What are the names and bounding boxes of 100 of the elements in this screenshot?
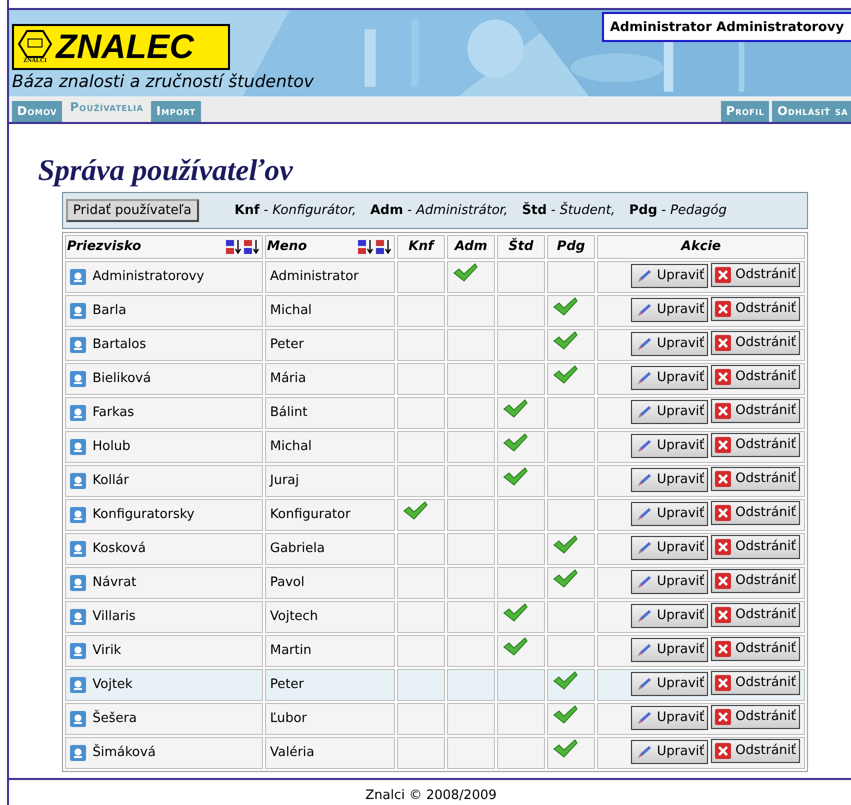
user-icon (70, 710, 86, 726)
user-icon (70, 574, 86, 590)
table-cell: Juraj (265, 464, 395, 496)
table-cell: Michal (265, 430, 395, 462)
delete-button[interactable]: Odstrániť (711, 705, 800, 729)
delete-icon (715, 539, 732, 556)
table-cell-text: Villaris (92, 608, 136, 626)
table-cell: Peter (265, 328, 395, 360)
site-subtitle: Báza znalosti a zručností študentov (12, 72, 314, 92)
user-name-box: Administrator Administratorovy (602, 12, 851, 42)
table-cell-text: Bartalos (92, 336, 146, 354)
delete-button[interactable]: Odstrániť (711, 433, 800, 457)
delete-button[interactable]: Odstrániť (711, 365, 800, 389)
sort-icon[interactable] (375, 238, 393, 255)
delete-icon (715, 641, 732, 658)
delete-icon (715, 335, 732, 352)
delete-button[interactable]: Odstrániť (711, 399, 800, 423)
user-icon (70, 506, 86, 522)
delete-icon (715, 743, 732, 760)
page-title: Správa používateľov (38, 154, 294, 188)
edit-button[interactable]: Upraviť (630, 672, 708, 696)
delete-button[interactable]: Odstrániť (711, 569, 800, 593)
table-cell-text: Kollár (92, 472, 129, 490)
edit-button[interactable]: Upraviť (630, 502, 708, 526)
table-cell-text: Návrat (92, 574, 136, 592)
table-cell: Konfigurator (265, 498, 395, 530)
table-cell-text: Barla (92, 302, 126, 320)
delete-icon (715, 301, 732, 318)
table-cell-text: Kosková (92, 540, 146, 558)
edit-button[interactable]: Upraviť (630, 400, 708, 424)
table-cell-text: Holub (92, 438, 130, 456)
delete-icon (715, 267, 732, 284)
table-cell: Pavol (265, 566, 395, 598)
delete-icon (715, 709, 732, 726)
delete-button[interactable]: Odstrániť (711, 501, 800, 525)
table-cell-text: Farkas (92, 404, 134, 422)
edit-button[interactable]: Upraviť (630, 638, 708, 662)
user-icon (70, 540, 86, 556)
user-icon (70, 302, 86, 318)
delete-icon (715, 369, 732, 386)
column-header: Akcie (681, 239, 721, 254)
edit-button[interactable]: Upraviť (630, 264, 708, 288)
footer-text: Znalci © 2008/2009 (365, 788, 497, 802)
column-header: Štd (508, 239, 534, 254)
table-cell: Martin (265, 634, 395, 666)
edit-button[interactable]: Upraviť (630, 706, 708, 730)
column-header: Pdg (556, 239, 586, 254)
edit-button[interactable]: Upraviť (630, 570, 708, 594)
legend-text: Pdg - Pedagóg (629, 202, 727, 220)
delete-button[interactable]: Odstrániť (711, 671, 800, 695)
sort-icon[interactable] (243, 238, 261, 255)
delete-button[interactable]: Odstrániť (711, 297, 800, 321)
edit-button[interactable]: Upraviť (630, 536, 708, 560)
table-cell: Michal (265, 294, 395, 326)
table-cell-text: Vojtek (92, 676, 133, 694)
table-cell-text: Administratorovy (92, 268, 204, 286)
edit-button[interactable]: Upraviť (630, 298, 708, 322)
table-cell-text: Virik (92, 642, 122, 660)
edit-button[interactable]: Upraviť (630, 604, 708, 628)
edit-button[interactable]: Upraviť (630, 468, 708, 492)
user-icon (70, 676, 86, 692)
sort-icon[interactable] (225, 238, 243, 255)
column-header: Meno (267, 238, 308, 256)
add-user-button[interactable]: Pridať používateľa (66, 198, 198, 222)
table-cell: Gabriela (265, 532, 395, 564)
delete-button[interactable]: Odstrániť (711, 637, 800, 661)
legend-text: Štd - Študent, (522, 200, 616, 220)
edit-button[interactable]: Upraviť (630, 434, 708, 458)
delete-button[interactable]: Odstrániť (711, 263, 800, 287)
edit-button[interactable]: Upraviť (630, 332, 708, 356)
delete-button[interactable]: Odstrániť (711, 331, 800, 355)
user-icon (70, 370, 86, 386)
table-cell: Peter (265, 668, 395, 700)
emblem-icon (18, 30, 52, 58)
table-cell: Bálint (265, 396, 395, 428)
edit-button[interactable]: Upraviť (630, 366, 708, 390)
delete-button[interactable]: Odstrániť (711, 739, 800, 763)
delete-button[interactable]: Odstrániť (711, 535, 800, 559)
table-cell: Vojtech (265, 600, 395, 632)
user-icon (70, 336, 86, 352)
column-header: Priezvisko (67, 238, 142, 256)
column-header: Adm (454, 239, 488, 254)
logo-title: ZNALEC (56, 30, 194, 64)
edit-button[interactable]: Upraviť (630, 740, 708, 764)
user-icon (70, 642, 86, 658)
sort-icon[interactable] (357, 238, 375, 255)
user-icon (70, 744, 86, 760)
user-icon (70, 268, 86, 284)
column-header: Knf (408, 239, 434, 254)
user-icon (70, 438, 86, 454)
table-cell: Valéria (265, 736, 395, 768)
delete-button[interactable]: Odstrániť (711, 467, 800, 491)
user-icon (70, 404, 86, 420)
delete-icon (715, 471, 732, 488)
table-cell: Mária (265, 362, 395, 394)
user-icon (70, 608, 86, 624)
delete-icon (715, 607, 732, 624)
delete-button[interactable]: Odstrániť (711, 603, 800, 627)
delete-icon (715, 573, 732, 590)
table-cell-text: Konfiguratorsky (92, 506, 194, 524)
